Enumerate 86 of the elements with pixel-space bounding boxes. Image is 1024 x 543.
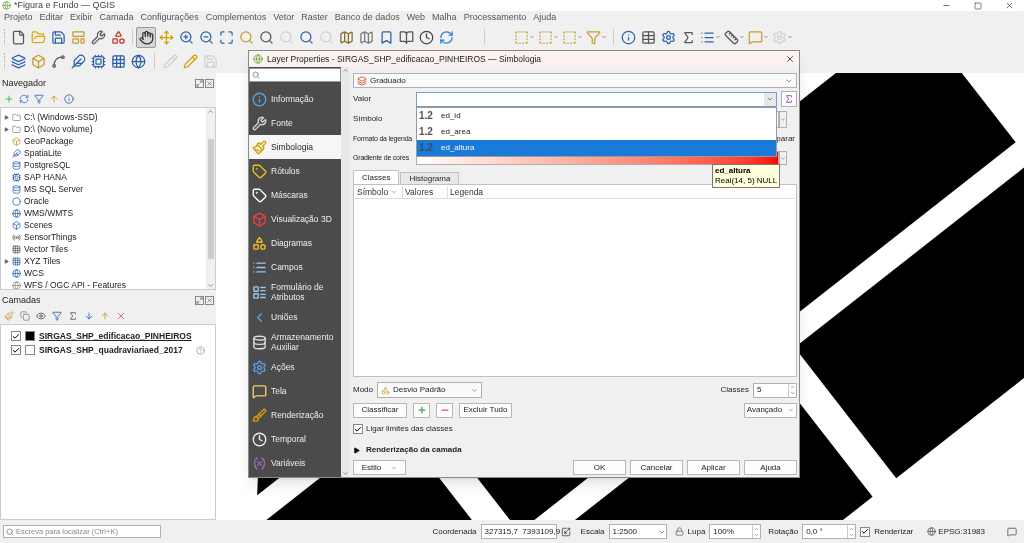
menu-item[interactable]: Configurações bbox=[140, 11, 199, 25]
sidebar-item[interactable]: Armazenamento Auxiliar bbox=[249, 329, 341, 355]
tree-item[interactable]: D:\ (Novo volume) bbox=[1, 123, 206, 135]
sidebar-item[interactable]: Temporal bbox=[249, 427, 341, 451]
classes-spinbox[interactable]: 5 bbox=[753, 382, 797, 398]
scale-dropdown[interactable]: 1:2500 bbox=[608, 524, 667, 539]
field-label: Valor bbox=[353, 93, 373, 105]
advanced-button[interactable]: Avançado bbox=[744, 402, 797, 418]
classify-button[interactable]: Classificar bbox=[353, 402, 407, 418]
tree-item[interactable]: PostgreSQL bbox=[1, 159, 206, 171]
menu-item[interactable]: Exibir bbox=[70, 11, 93, 25]
menu-item[interactable]: Projeto bbox=[4, 11, 33, 25]
sidebar-item[interactable]: Formulário de Atributos bbox=[249, 279, 341, 305]
sidebar-item[interactable]: Máscaras bbox=[249, 183, 341, 207]
tree-item[interactable]: WCS bbox=[1, 267, 206, 279]
tree-item[interactable]: WFS / OGC API - Features bbox=[1, 279, 206, 289]
sidebar-item[interactable]: Uniões bbox=[249, 305, 341, 329]
menu-item[interactable]: Web bbox=[406, 11, 426, 25]
status-label: Rotação bbox=[768, 525, 799, 538]
dropdown-option[interactable]: 1.2 ed_area bbox=[417, 123, 776, 140]
menu-item[interactable]: Camada bbox=[99, 11, 134, 25]
renderer-dropdown[interactable]: Graduado bbox=[353, 73, 797, 88]
delete-all-button[interactable]: Excluir Tudo bbox=[459, 402, 512, 418]
mode-dropdown[interactable]: Desvio Padrão bbox=[377, 382, 482, 398]
menu-item[interactable]: Raster bbox=[301, 11, 328, 25]
layer-name[interactable]: SIRGAS_SHP_quadraviariaed_2017 bbox=[39, 343, 192, 357]
sidebar-item[interactable]: Rótulos bbox=[249, 159, 341, 183]
menu-item[interactable]: Complementos bbox=[205, 11, 267, 25]
status-label: Lupa bbox=[687, 525, 706, 538]
field-label: Classes bbox=[720, 384, 749, 396]
sidebar-item[interactable]: Campos bbox=[249, 255, 341, 279]
tree-item[interactable]: XYZ Tiles bbox=[1, 255, 206, 267]
status-label: Coordenada bbox=[432, 525, 477, 538]
menu-item[interactable]: Processamento bbox=[463, 11, 527, 25]
menu-item[interactable]: Editar bbox=[39, 11, 64, 25]
style-button[interactable]: Estilo bbox=[353, 460, 406, 475]
ok-button[interactable]: OK bbox=[573, 460, 626, 475]
tree-item[interactable]: SpatiaLite bbox=[1, 147, 206, 159]
menu-item[interactable]: Ajuda bbox=[533, 11, 557, 25]
crs-button[interactable]: EPSG:31983 bbox=[927, 525, 985, 538]
tree-item[interactable]: Oracle bbox=[1, 195, 206, 207]
sidebar-item[interactable]: Simbologia bbox=[249, 135, 341, 159]
tree-item[interactable]: Scenes bbox=[1, 219, 206, 231]
cancel-button[interactable]: Cancelar bbox=[630, 460, 683, 475]
sidebar-item[interactable]: Tela bbox=[249, 379, 341, 403]
status-label: Escala bbox=[580, 525, 605, 538]
sidebar-item[interactable]: Informação bbox=[249, 87, 341, 111]
column-header[interactable]: Legenda bbox=[448, 186, 795, 198]
dropdown-option[interactable]: 1.2 ed_id bbox=[417, 107, 776, 124]
tree-item[interactable]: Vector Tiles bbox=[1, 243, 206, 255]
tooltip: ed_altura Real(14, 5) NULL bbox=[712, 164, 781, 188]
dropdown-option[interactable]: 1.2 ed_altura bbox=[417, 139, 776, 156]
menu-item[interactable]: Malha bbox=[432, 11, 457, 25]
sidebar-item[interactable]: Renderização bbox=[249, 403, 341, 427]
field-label: Símbolo bbox=[353, 113, 384, 125]
panel-title: Navegador bbox=[2, 76, 47, 90]
tab[interactable]: Classes bbox=[353, 170, 400, 184]
collapsible-section[interactable]: Renderização da camada bbox=[353, 443, 797, 457]
apply-button[interactable]: Aplicar bbox=[687, 460, 740, 475]
window-title: *Figura e Fundo — QGIS bbox=[14, 0, 117, 12]
menu-item[interactable]: Banco de dados bbox=[334, 11, 400, 25]
field-label: Modo bbox=[353, 384, 373, 396]
window-title: Layer Properties - SIRGAS_SHP_edificacao_PINHEIROS — Simbologia bbox=[267, 52, 542, 66]
sidebar-item[interactable]: Diagramas bbox=[249, 231, 341, 255]
help-button[interactable]: Ajuda bbox=[744, 460, 797, 475]
sidebar-item[interactable]: Ações bbox=[249, 355, 341, 379]
tree-item[interactable]: SAP HANA bbox=[1, 171, 206, 183]
column-header[interactable]: Símbolo bbox=[355, 186, 403, 198]
menu-item[interactable]: Vetor bbox=[273, 11, 295, 25]
tab[interactable]: Histograma bbox=[400, 172, 460, 184]
layer-name[interactable]: SIRGAS_SHP_edificacao_PINHEIROS bbox=[39, 329, 205, 343]
rotation-spinbox[interactable]: 0,0 ° bbox=[802, 524, 857, 539]
tree-item[interactable]: SensorThings bbox=[1, 231, 206, 243]
column-header[interactable]: Valores bbox=[403, 186, 448, 198]
sidebar-item[interactable]: Fonte bbox=[249, 111, 341, 135]
panel-title: Camadas bbox=[2, 293, 41, 307]
checkbox-label: Renderizar bbox=[874, 525, 914, 538]
checkbox-label: Ligar limites das classes bbox=[366, 423, 453, 435]
tree-item[interactable]: GeoPackage bbox=[1, 135, 206, 147]
tree-item[interactable]: WMS/WMTS bbox=[1, 207, 206, 219]
sidebar-item[interactable]: Variáveis bbox=[249, 451, 341, 475]
field-label: parar bbox=[776, 133, 795, 145]
magnifier-spinbox[interactable]: 100% bbox=[709, 524, 762, 539]
sidebar-item[interactable]: Visualização 3D bbox=[249, 207, 341, 231]
tree-item[interactable]: MS SQL Server bbox=[1, 183, 206, 195]
tree-item[interactable]: C:\ (Windows-SSD) bbox=[1, 111, 206, 123]
